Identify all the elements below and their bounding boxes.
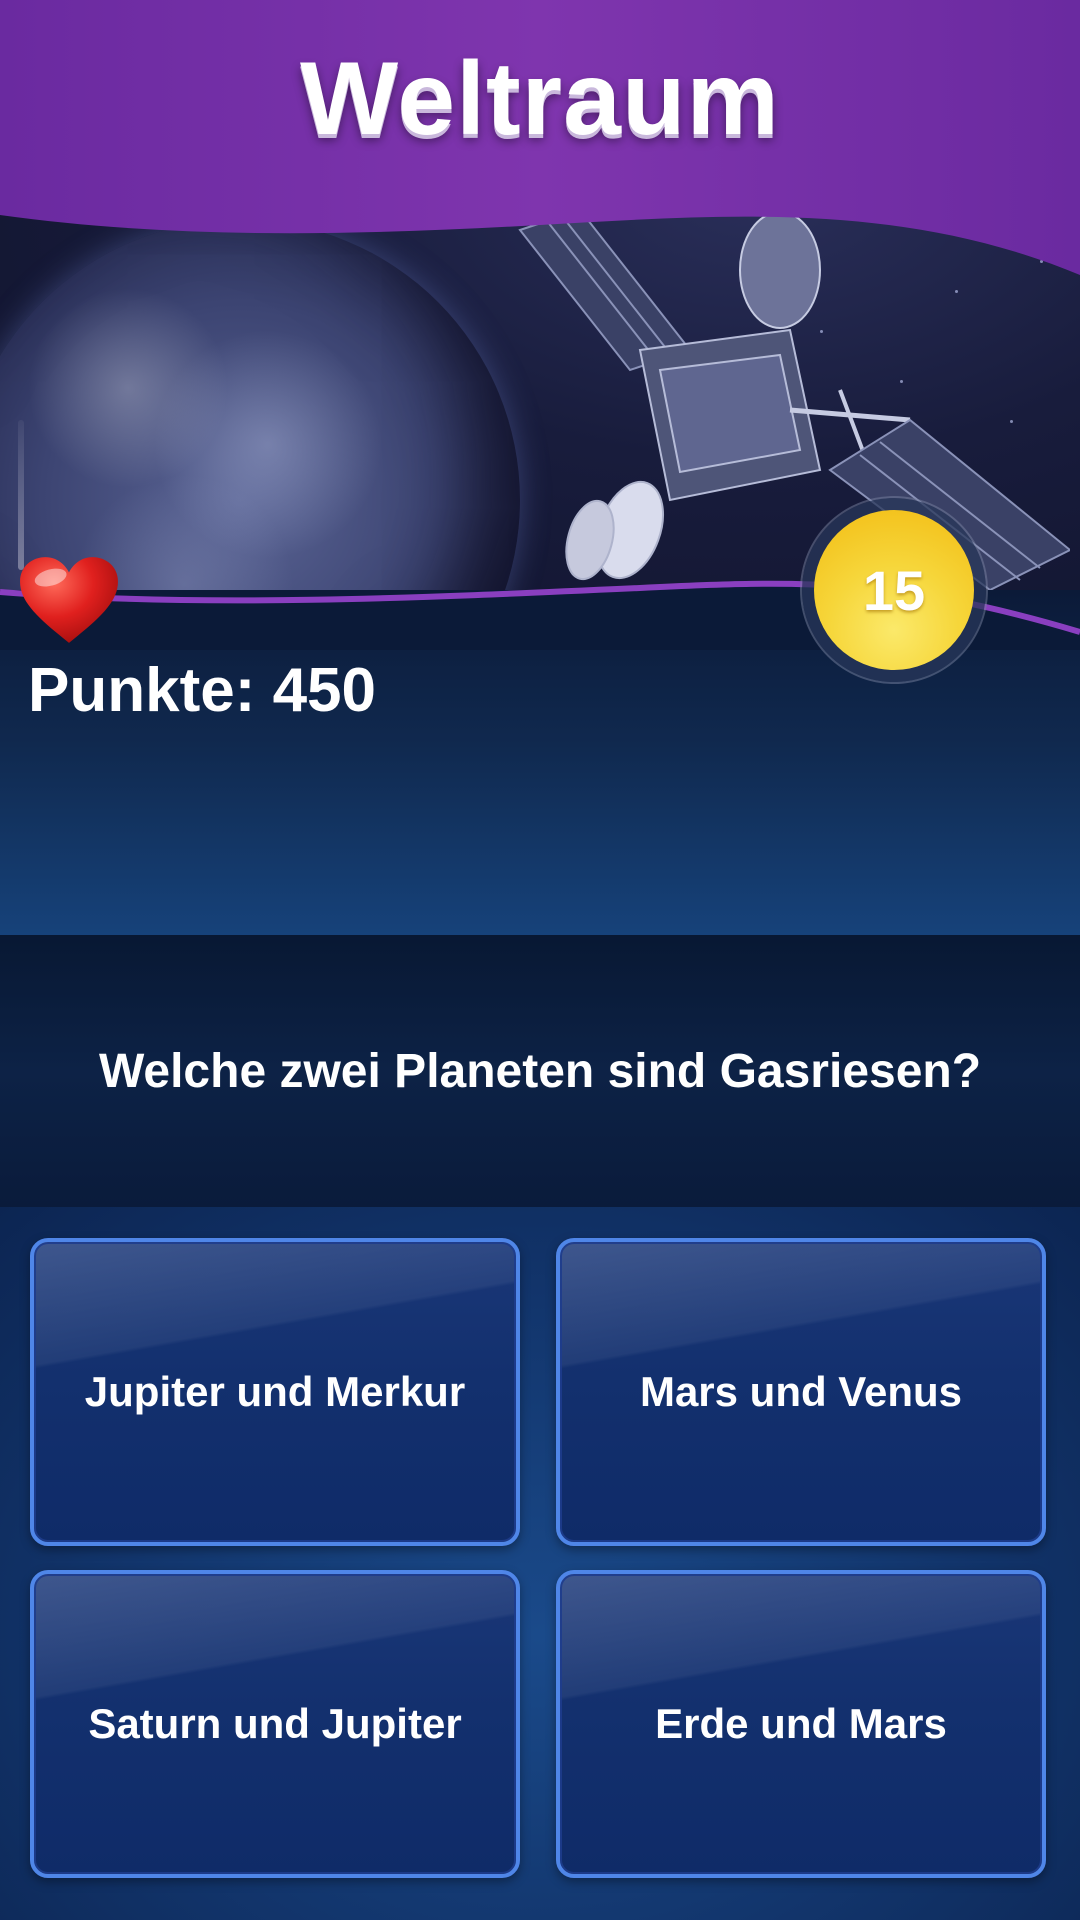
timer-badge: 15 [802, 498, 986, 682]
answer-label: Saturn und Jupiter [88, 1700, 462, 1747]
answer-label: Mars und Venus [639, 1368, 963, 1415]
category-title: Weltraum [300, 41, 780, 157]
answer-button-4[interactable]: Erde und Mars [556, 1570, 1046, 1878]
score-label: Punkte: 450 [28, 656, 377, 725]
answer-button-1[interactable]: Jupiter und Merkur [30, 1238, 520, 1546]
question-panel: Welche zwei Planeten sind Gasriesen? [0, 935, 1080, 1207]
header-banner: Weltraum [0, 0, 1080, 300]
heart-icon [20, 557, 118, 643]
answer-button-2[interactable]: Mars und Venus [556, 1238, 1046, 1546]
timer-value: 15 [814, 510, 974, 670]
answer-label: Jupiter und Merkur [84, 1368, 466, 1415]
question-text: Welche zwei Planeten sind Gasriesen? [98, 1044, 982, 1098]
answer-button-3[interactable]: Saturn und Jupiter [30, 1570, 520, 1878]
life-bar [18, 420, 24, 570]
quiz-screen: Weltraum Punkte: 450 15 Welche zwei Plan… [0, 0, 1080, 1920]
answer-label: Erde und Mars [655, 1700, 947, 1747]
